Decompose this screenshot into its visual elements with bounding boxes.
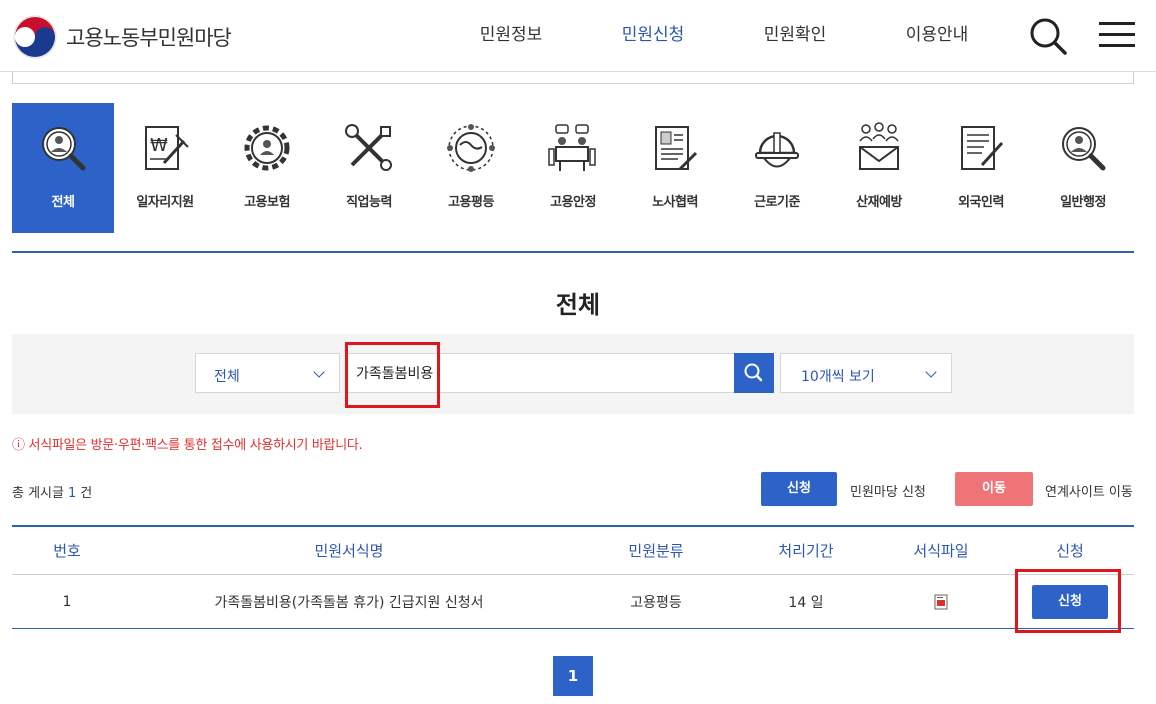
category-tab-labor-standards[interactable]: 근로기준 xyxy=(726,103,828,233)
row-category: 고용평등 xyxy=(630,594,682,611)
header-menu-button[interactable] xyxy=(1099,22,1135,48)
category-label: 고용평등 xyxy=(448,195,494,210)
chevron-down-icon xyxy=(313,366,325,378)
category-tab-employment-stability[interactable]: 고용안정 xyxy=(522,103,624,233)
category-tab-employment-equality[interactable]: 고용평등 xyxy=(420,103,522,233)
total-suffix: 건 xyxy=(80,486,93,501)
category-label: 직업능력 xyxy=(346,195,392,210)
row-apply-cell: 신청 xyxy=(1006,584,1134,619)
row-form-name[interactable]: 가족돌봄비용(가족돌봄 휴가) 긴급지원 신청서 xyxy=(122,592,576,612)
meeting-icon xyxy=(548,124,596,171)
column-header-apply: 신청 xyxy=(1056,542,1084,560)
won-document-icon: ₩ xyxy=(145,126,189,170)
category-label: 외국인력 xyxy=(958,195,1004,210)
category-tab-labor-cooperation[interactable]: 노사협력 xyxy=(624,103,726,233)
mail-people-icon xyxy=(859,122,899,170)
notice-text: ⓘ 서식파일은 방문·우편·팩스를 통한 접수에 사용하시기 바랍니다. xyxy=(12,438,363,453)
table-row: 1 가족돌봄비용(가족돌봄 휴가) 긴급지원 신청서 고용평등 14 일 신청 xyxy=(12,575,1134,629)
legend-apply-badge: 신청 xyxy=(761,472,837,506)
category-label: 일자리지원 xyxy=(136,195,194,210)
table-header: 번호 민원서식명 민원분류 처리기간 서식파일 신청 xyxy=(12,527,1134,575)
logo-text: 고용노동부민원마당 xyxy=(66,26,232,50)
site-logo[interactable]: 고용노동부민원마당 xyxy=(12,14,232,60)
apply-button[interactable]: 신청 xyxy=(1032,584,1108,619)
row-number: 1 xyxy=(62,593,72,610)
row-period: 14 일 xyxy=(788,594,824,611)
results-table: 번호 민원서식명 민원분류 처리기간 서식파일 신청 1 가족돌봄비용(가족돌봄… xyxy=(12,525,1134,629)
search-area: 전체 10개씩 보기 xyxy=(12,334,1134,414)
category-label: 전체 xyxy=(51,195,75,210)
svg-text:₩: ₩ xyxy=(150,135,168,156)
form-pen-icon xyxy=(961,126,1004,170)
category-tab-vocational-skill[interactable]: 직업능력 xyxy=(318,103,420,233)
site-header: 고용노동부민원마당 민원정보 민원신청 민원확인 이용안내 xyxy=(0,0,1156,72)
magnifier-person-icon xyxy=(42,127,86,171)
nav-item-civil-check[interactable]: 민원확인 xyxy=(724,20,866,45)
column-header-file: 서식파일 xyxy=(913,542,969,560)
main-nav: 민원정보 민원신청 민원확인 이용안내 xyxy=(440,20,1008,45)
category-select-value: 전체 xyxy=(214,369,240,385)
magnifier-person-icon xyxy=(1062,127,1106,171)
category-label: 고용보험 xyxy=(244,195,290,210)
search-input[interactable] xyxy=(347,353,735,393)
total-count: 총 게시글 1 건 xyxy=(12,482,92,501)
search-icon xyxy=(1030,18,1067,55)
nav-item-guide[interactable]: 이용안내 xyxy=(866,20,1008,45)
tools-icon xyxy=(345,124,392,171)
page-title: 전체 xyxy=(555,291,601,319)
category-label: 근로기준 xyxy=(754,195,800,210)
category-label: 고용안정 xyxy=(550,195,596,210)
category-tab-job-support[interactable]: ₩ 일자리지원 xyxy=(114,103,216,233)
total-number: 1 xyxy=(67,486,77,501)
nav-item-civil-apply[interactable]: 민원신청 xyxy=(582,20,724,45)
category-tab-foreign-workforce[interactable]: 외국인력 xyxy=(930,103,1032,233)
category-label: 노사협력 xyxy=(652,195,698,210)
column-header-form-name: 민원서식명 xyxy=(314,542,384,560)
category-tab-all[interactable]: 전체 xyxy=(12,103,114,233)
legend-move-badge: 이동 xyxy=(955,472,1033,506)
nav-item-civil-info[interactable]: 민원정보 xyxy=(440,20,582,45)
taegeuk-logo-icon xyxy=(13,15,57,59)
top-content-box xyxy=(12,72,1134,84)
column-header-number: 번호 xyxy=(53,542,81,560)
column-header-category: 민원분류 xyxy=(628,542,684,560)
column-header-period: 처리기간 xyxy=(778,542,834,560)
category-tabs: 전체 ₩ 일자리지원 고용보험 직업능력 고용평등 고용안정 노사협력 근로기준… xyxy=(12,103,1134,233)
legend-apply-desc: 민원마당 신청 xyxy=(850,485,926,500)
legend-move-desc: 연계사이트 이동 xyxy=(1045,485,1133,500)
contract-icon xyxy=(655,126,698,171)
chevron-down-icon xyxy=(925,366,937,378)
hwp-file-icon[interactable] xyxy=(933,594,949,610)
hamburger-menu-icon xyxy=(1099,22,1135,47)
category-tab-accident-prevention[interactable]: 산재예방 xyxy=(828,103,930,233)
page-size-select[interactable]: 10개씩 보기 xyxy=(780,353,952,393)
section-divider xyxy=(12,251,1134,253)
category-label: 산재예방 xyxy=(856,195,902,210)
helmet-icon xyxy=(755,132,799,168)
header-search-button[interactable] xyxy=(1028,16,1068,56)
search-submit-button[interactable] xyxy=(734,353,774,393)
row-file-cell xyxy=(876,594,1006,610)
total-prefix: 총 게시글 xyxy=(12,486,64,501)
search-icon xyxy=(744,363,763,382)
gear-person-icon xyxy=(244,125,290,171)
category-tab-general-admin[interactable]: 일반행정 xyxy=(1032,103,1134,233)
pagination-current-page[interactable]: 1 xyxy=(553,656,593,696)
category-tab-employment-insurance[interactable]: 고용보험 xyxy=(216,103,318,233)
category-select[interactable]: 전체 xyxy=(195,353,340,393)
page-size-select-value: 10개씩 보기 xyxy=(801,369,875,385)
globe-people-icon xyxy=(447,124,495,172)
category-label: 일반행정 xyxy=(1060,195,1106,210)
